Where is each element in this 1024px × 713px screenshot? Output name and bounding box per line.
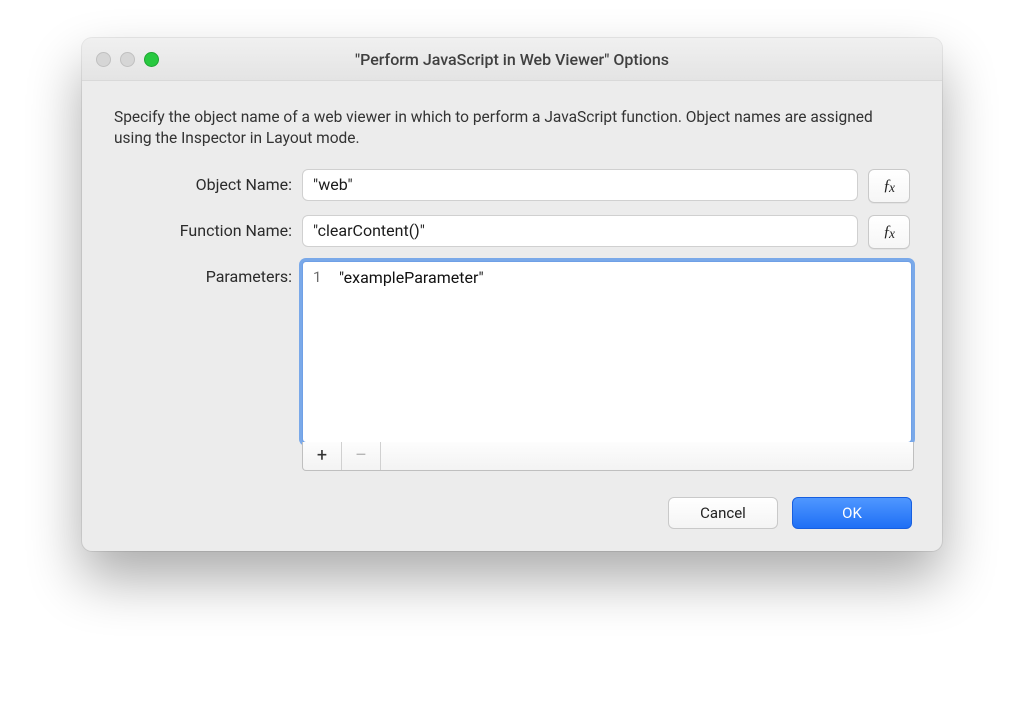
object-name-label: Object Name:	[112, 169, 292, 194]
close-icon[interactable]	[96, 52, 111, 67]
remove-parameter-button[interactable]: –	[342, 442, 381, 470]
titlebar: "Perform JavaScript in Web Viewer" Optio…	[82, 38, 942, 81]
dialog-footer: Cancel OK	[112, 497, 912, 529]
object-name-input[interactable]	[302, 169, 858, 201]
minus-icon: –	[355, 445, 367, 466]
parameters-toolbar-spacer	[381, 442, 913, 470]
parameter-row[interactable]: 1 "exampleParameter"	[303, 262, 911, 293]
object-name-fx-button[interactable]: ƒx	[868, 169, 910, 203]
zoom-icon[interactable]	[144, 52, 159, 67]
window-controls	[96, 38, 159, 80]
description-text: Specify the object name of a web viewer …	[114, 107, 910, 149]
parameters-list[interactable]: 1 "exampleParameter"	[302, 261, 912, 443]
parameters-label: Parameters:	[112, 261, 292, 286]
function-name-label: Function Name:	[112, 215, 292, 240]
function-name-input[interactable]	[302, 215, 858, 247]
cancel-button[interactable]: Cancel	[668, 497, 778, 529]
parameters-area: 1 "exampleParameter" + –	[302, 261, 912, 471]
ok-button[interactable]: OK	[792, 497, 912, 529]
dialog-content: Specify the object name of a web viewer …	[82, 81, 942, 551]
parameters-toolbar: + –	[302, 442, 914, 471]
options-form: Object Name: ƒx Function Name: ƒx Parame…	[112, 169, 912, 471]
parameter-value: "exampleParameter"	[335, 268, 484, 287]
add-parameter-button[interactable]: +	[303, 442, 342, 470]
parameter-line-number: 1	[311, 268, 335, 286]
function-name-fx-button[interactable]: ƒx	[868, 215, 910, 249]
window-title: "Perform JavaScript in Web Viewer" Optio…	[355, 50, 669, 69]
plus-icon: +	[317, 445, 327, 466]
minimize-icon[interactable]	[120, 52, 135, 67]
dialog-window: "Perform JavaScript in Web Viewer" Optio…	[82, 38, 942, 551]
